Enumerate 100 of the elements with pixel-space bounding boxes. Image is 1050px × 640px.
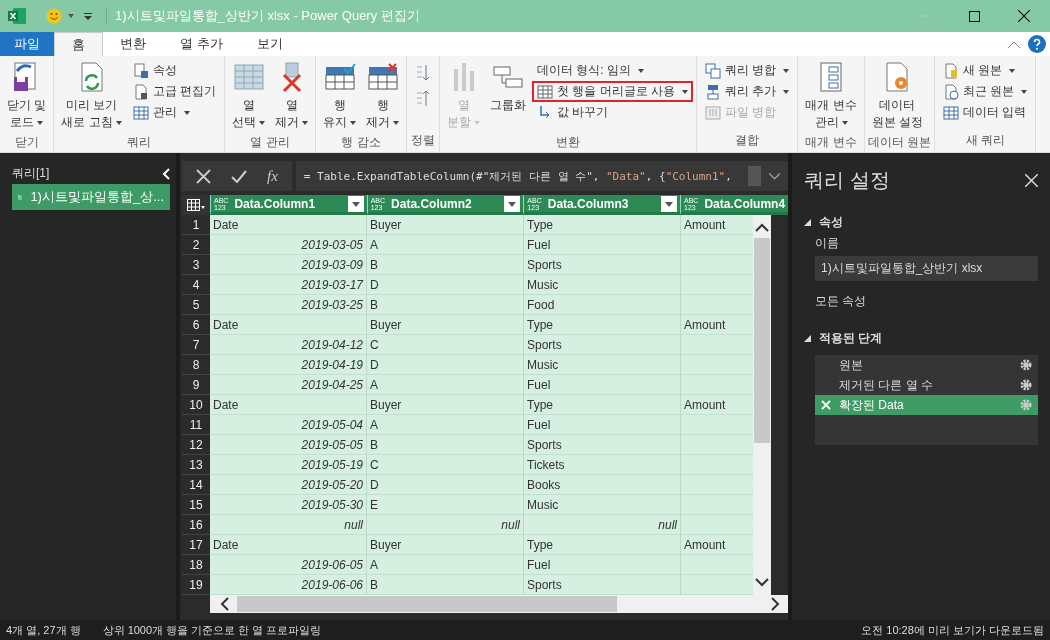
group-label: 결합 xyxy=(734,132,761,149)
table-cell: C xyxy=(367,455,524,475)
applied-step[interactable]: 제거된 다른 열 수 xyxy=(815,375,1038,395)
ribbon-button[interactable]: 최근 원본 xyxy=(938,81,1033,102)
table-cell xyxy=(681,475,753,495)
formula-field[interactable]: = Table.ExpandTableColumn(#"제거된 다른 열 수", "Data", {"Column1", xyxy=(295,161,788,191)
expand-icon xyxy=(804,219,811,226)
all-properties-link[interactable]: 모든 속성 xyxy=(815,293,1038,310)
table-cell: A xyxy=(367,375,524,395)
window-title: 1)시트및파일통합_상반기 xlsx - Power Query 편집기 xyxy=(106,7,420,25)
table-cell xyxy=(681,355,753,375)
caret-icon xyxy=(259,120,266,125)
ribbon-button[interactable]: 그룹화 xyxy=(486,58,531,117)
customize-icon[interactable] xyxy=(84,12,92,20)
section-header[interactable]: 적용된 단계 xyxy=(804,330,1038,347)
check-icon[interactable] xyxy=(231,169,247,183)
ribbon-button[interactable]: 닫기 및 로드 xyxy=(3,58,51,134)
table-cell: Food xyxy=(524,295,681,315)
cancel-icon[interactable] xyxy=(196,168,211,184)
table-cell: Buyer xyxy=(367,535,524,555)
ribbon-button[interactable]: 미리 보기 새로 고침 xyxy=(57,58,126,134)
name-field[interactable]: 1)시트및파일통합_상반기 xlsx xyxy=(815,256,1038,281)
ribbon-button[interactable]: 속성 xyxy=(127,60,222,81)
table-cell: Type xyxy=(524,315,681,335)
caret-icon xyxy=(1021,89,1028,94)
scroll-thumb[interactable] xyxy=(237,596,617,612)
table-cell: B xyxy=(367,255,524,275)
remove-rows-icon xyxy=(366,61,399,93)
filter-dropdown-icon[interactable] xyxy=(661,195,677,212)
field-label: 이름 xyxy=(815,235,840,252)
scroll-right-icon[interactable] xyxy=(771,597,780,611)
caret-icon xyxy=(682,89,689,94)
table-cell: D xyxy=(367,475,524,495)
table-cell: Buyer xyxy=(367,215,524,235)
sort-descending-icon[interactable] xyxy=(416,90,431,108)
ribbon-button[interactable]: 데이터 입력 xyxy=(938,102,1033,123)
table-cell: 2019-05-30 xyxy=(210,495,367,515)
ribbon-button[interactable]: 행 유지 xyxy=(319,58,361,134)
scroll-up-icon[interactable] xyxy=(755,223,769,232)
new-source-icon xyxy=(943,62,960,79)
table-icon xyxy=(232,61,265,93)
scroll-left-icon[interactable] xyxy=(220,597,229,611)
scroll-down-icon[interactable] xyxy=(755,578,769,587)
maximize-icon[interactable] xyxy=(969,10,980,22)
table-cell: E xyxy=(367,495,524,515)
combine-files-icon xyxy=(705,104,722,121)
table-icon xyxy=(132,104,149,121)
table-cell: 2019-06-05 xyxy=(210,555,367,575)
table-cell: Amount xyxy=(681,395,753,415)
table-cell xyxy=(681,415,753,435)
ribbon-button[interactable]: 값 바꾸기 xyxy=(532,102,694,123)
panel-title: 쿼리[1] xyxy=(12,165,50,182)
properties-icon xyxy=(132,62,149,79)
ribbon-button[interactable]: 고급 편집기 xyxy=(127,81,222,102)
caret-icon xyxy=(302,120,309,125)
table-cell xyxy=(681,555,753,575)
ribbon-tab[interactable]: 파일 xyxy=(0,32,54,56)
table-cell: Amount xyxy=(681,315,753,335)
ribbon-button[interactable]: 데이터 원본 설정 xyxy=(867,58,928,134)
gear-icon[interactable] xyxy=(1020,359,1032,371)
sort-ascending-icon[interactable] xyxy=(416,64,431,82)
ribbon-button[interactable]: 데이터 형식: 임의 xyxy=(532,60,694,81)
smiley-icon[interactable] xyxy=(46,8,62,24)
table-cell: D xyxy=(367,275,524,295)
table-menu-icon[interactable] xyxy=(187,199,205,211)
section-header[interactable]: 속성 xyxy=(804,214,1038,231)
scroll-thumb[interactable] xyxy=(754,238,770,443)
close-icon[interactable] xyxy=(1018,10,1030,22)
table-cell: Sports xyxy=(524,435,681,455)
caret-icon[interactable] xyxy=(68,14,74,18)
ribbon-tab[interactable]: 홈 xyxy=(54,32,103,56)
fx-button[interactable]: fx xyxy=(267,167,278,185)
ribbon-button[interactable]: 열 제거 xyxy=(271,58,313,134)
scroll-thumb[interactable] xyxy=(747,166,761,186)
table-cell xyxy=(681,275,753,295)
ribbon-button[interactable]: 행 제거 xyxy=(362,58,404,134)
table-cell: Type xyxy=(524,215,681,235)
table-cell: Date xyxy=(210,215,367,235)
ribbon-button[interactable]: 관리 xyxy=(127,102,222,123)
gear-icon[interactable] xyxy=(1020,379,1032,391)
table-cell: Amount xyxy=(681,215,753,235)
help-icon[interactable] xyxy=(1028,35,1046,53)
filter-dropdown-icon[interactable] xyxy=(347,195,364,212)
table-cell: C xyxy=(367,335,524,355)
caret-icon xyxy=(1009,68,1016,73)
expand-icon[interactable] xyxy=(768,172,780,180)
filter-dropdown-icon[interactable] xyxy=(504,195,521,212)
ribbon-button[interactable]: 첫 행을 머리글로 사용 xyxy=(532,81,694,102)
table-cell: Buyer xyxy=(367,395,524,415)
ribbon-button[interactable]: 새 원본 xyxy=(938,60,1033,81)
applied-step[interactable]: 원본 xyxy=(815,355,1038,375)
table-cell: Fuel xyxy=(524,555,681,575)
group-label: 새 쿼리 xyxy=(964,132,1006,149)
ribbon-button[interactable]: 쿼리 추가 xyxy=(700,81,795,102)
delete-icon[interactable] xyxy=(821,400,831,410)
table-cell: A xyxy=(367,555,524,575)
ribbon-button[interactable]: 열 선택 xyxy=(228,58,270,134)
table-cell: 2019-03-17 xyxy=(210,275,367,295)
ribbon-button[interactable]: 매개 변수 관리 xyxy=(801,58,861,134)
ribbon-button[interactable]: 쿼리 병합 xyxy=(700,60,795,81)
